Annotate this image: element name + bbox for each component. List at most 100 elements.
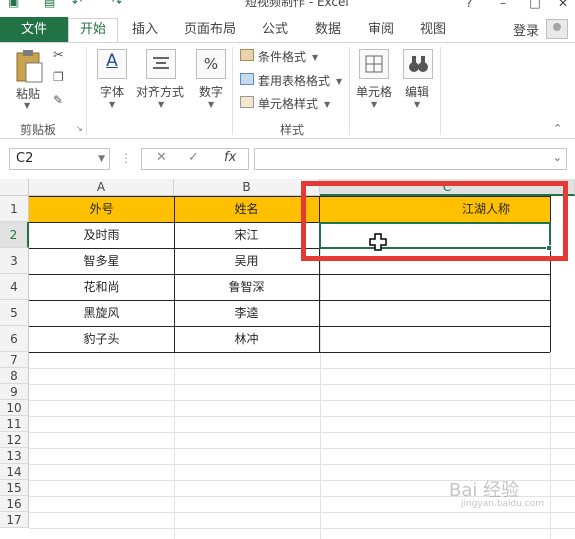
row-header-3[interactable]: 3 xyxy=(0,248,29,274)
paste-label: 粘贴 xyxy=(16,87,41,101)
select-all-corner[interactable] xyxy=(0,179,29,196)
row-header-4[interactable]: 4 xyxy=(0,274,29,300)
tab-view[interactable]: 视图 xyxy=(410,19,456,41)
chevron-down-icon: ▼ xyxy=(312,53,319,62)
tab-home[interactable]: 开始 xyxy=(68,18,118,42)
save-icon[interactable]: ▤ xyxy=(44,0,58,8)
table-border xyxy=(29,352,550,353)
tab-file[interactable]: 文件 xyxy=(0,17,68,42)
header-cell-name[interactable]: 姓名 xyxy=(174,196,319,222)
tab-review[interactable]: 审阅 xyxy=(358,19,404,41)
row-header-15[interactable]: 15 xyxy=(0,480,29,496)
gridline xyxy=(29,400,575,401)
gridline xyxy=(29,528,575,529)
cell-style-label: 单元格样式 xyxy=(258,97,319,111)
dialog-launcher-icon[interactable]: ↘ xyxy=(76,124,83,133)
chevron-down-icon: ▼ xyxy=(98,154,105,164)
cell-style-icon xyxy=(240,96,254,108)
tab-data[interactable]: 数据 xyxy=(305,19,351,41)
chevron-down-icon: ▼ xyxy=(109,100,116,109)
chevron-down-icon: ▼ xyxy=(371,100,378,109)
number-button[interactable]: % xyxy=(196,49,226,79)
enter-icon[interactable]: ✓ xyxy=(188,150,199,165)
tab-formulas[interactable]: 公式 xyxy=(252,19,298,41)
row-header-5[interactable]: 5 xyxy=(0,300,29,326)
row-header-10[interactable]: 10 xyxy=(0,400,29,416)
cells-label: 单元格 xyxy=(356,85,393,99)
chevron-down-icon: ▼ xyxy=(324,100,331,109)
font-label: 字体 xyxy=(100,85,125,99)
table-cell[interactable]: 智多星 xyxy=(29,248,174,274)
table-cell[interactable]: 鲁智深 xyxy=(174,274,319,300)
row-header-11[interactable]: 11 xyxy=(0,416,29,432)
font-button[interactable]: A xyxy=(97,49,127,79)
table-cell[interactable]: 李逵 xyxy=(174,300,319,326)
tab-page-layout[interactable]: 页面布局 xyxy=(176,19,244,41)
styles-group-label: 样式 xyxy=(280,123,305,137)
collapse-ribbon-icon[interactable]: ⌃ xyxy=(553,122,562,135)
alignment-button[interactable] xyxy=(146,49,176,79)
row-header-13[interactable]: 13 xyxy=(0,448,29,464)
redo-icon[interactable]: ↷ xyxy=(112,0,126,8)
row-header-2[interactable]: 2 xyxy=(0,222,29,248)
row-header-1[interactable]: 1 xyxy=(0,196,29,222)
header-cell-nickname[interactable]: 外号 xyxy=(29,196,174,222)
table-cell[interactable]: 吴用 xyxy=(174,248,319,274)
column-header-a[interactable]: A xyxy=(29,179,174,196)
row-header-8[interactable]: 8 xyxy=(0,368,29,384)
table-cell[interactable]: 林冲 xyxy=(174,326,319,352)
format-painter-icon[interactable]: ✎ xyxy=(53,93,63,107)
ribbon-tabs: 文件 开始 插入 页面布局 公式 数据 审阅 视图 登录 xyxy=(0,15,575,42)
row-header-14[interactable]: 14 xyxy=(0,464,29,480)
close-icon[interactable]: ✕ xyxy=(554,0,572,10)
alignment-label: 对齐方式 xyxy=(136,85,185,99)
cancel-icon[interactable]: ✕ xyxy=(156,150,167,165)
table-format-icon xyxy=(240,73,254,85)
editing-button[interactable] xyxy=(403,49,433,79)
avatar[interactable] xyxy=(546,19,568,39)
row-header-6[interactable]: 6 xyxy=(0,326,29,352)
row-header-12[interactable]: 12 xyxy=(0,432,29,448)
table-cell[interactable]: 宋江 xyxy=(174,222,319,248)
row-header-7[interactable]: 7 xyxy=(0,352,29,368)
document-title: 短视频制作 - Excel xyxy=(245,0,349,9)
conditional-format-label: 条件格式 xyxy=(258,50,307,64)
undo-icon[interactable]: ↶ xyxy=(72,0,86,8)
font-icon: A xyxy=(106,51,118,71)
ribbon-home: 粘贴 ▼ ✂ ❐ ✎ 剪贴板 ↘ A 字体 ▼ 对齐方式 ▼ % 数字 ▼ 条件… xyxy=(0,42,575,139)
divider xyxy=(86,47,87,135)
maximize-icon[interactable]: □ xyxy=(526,0,544,10)
copy-icon[interactable]: ❐ xyxy=(53,70,64,84)
name-box-value: C2 xyxy=(16,151,34,166)
chevron-down-icon: ▼ xyxy=(24,101,31,110)
binoculars-icon xyxy=(409,56,428,72)
insert-function-icon[interactable]: fx xyxy=(224,150,236,165)
login-link[interactable]: 登录 xyxy=(513,20,539,39)
cut-icon[interactable]: ✂ xyxy=(53,48,64,63)
cells-button[interactable] xyxy=(359,49,389,79)
more-icon: ⋮ xyxy=(120,151,132,165)
gridline xyxy=(29,432,575,433)
align-center-icon xyxy=(153,57,169,69)
divider xyxy=(349,47,350,135)
gridline xyxy=(29,416,575,417)
gridline xyxy=(29,512,575,513)
chevron-down-icon: ▼ xyxy=(414,100,421,109)
gridline xyxy=(29,384,575,385)
table-cell[interactable]: 黑旋风 xyxy=(29,300,174,326)
formula-input[interactable]: ⌄ xyxy=(254,148,567,170)
table-cell[interactable]: 及时雨 xyxy=(29,222,174,248)
column-header-b[interactable]: B xyxy=(174,179,320,196)
row-header-17[interactable]: 17 xyxy=(0,512,29,528)
paste-icon xyxy=(16,50,43,83)
table-cell[interactable]: 花和尚 xyxy=(29,274,174,300)
tab-insert[interactable]: 插入 xyxy=(122,19,168,41)
row-header-9[interactable]: 9 xyxy=(0,384,29,400)
chevron-down-icon[interactable]: ⌄ xyxy=(553,151,562,164)
help-icon[interactable]: ? xyxy=(460,0,478,10)
name-box[interactable]: C2 ▼ xyxy=(9,148,110,170)
worksheet-grid[interactable]: A B C 1 2 3 4 5 6 7 8 9 10 11 12 13 14 1… xyxy=(0,179,575,539)
minimize-icon[interactable]: – xyxy=(494,0,512,10)
row-header-16[interactable]: 16 xyxy=(0,496,29,512)
table-cell[interactable]: 豹子头 xyxy=(29,326,174,352)
